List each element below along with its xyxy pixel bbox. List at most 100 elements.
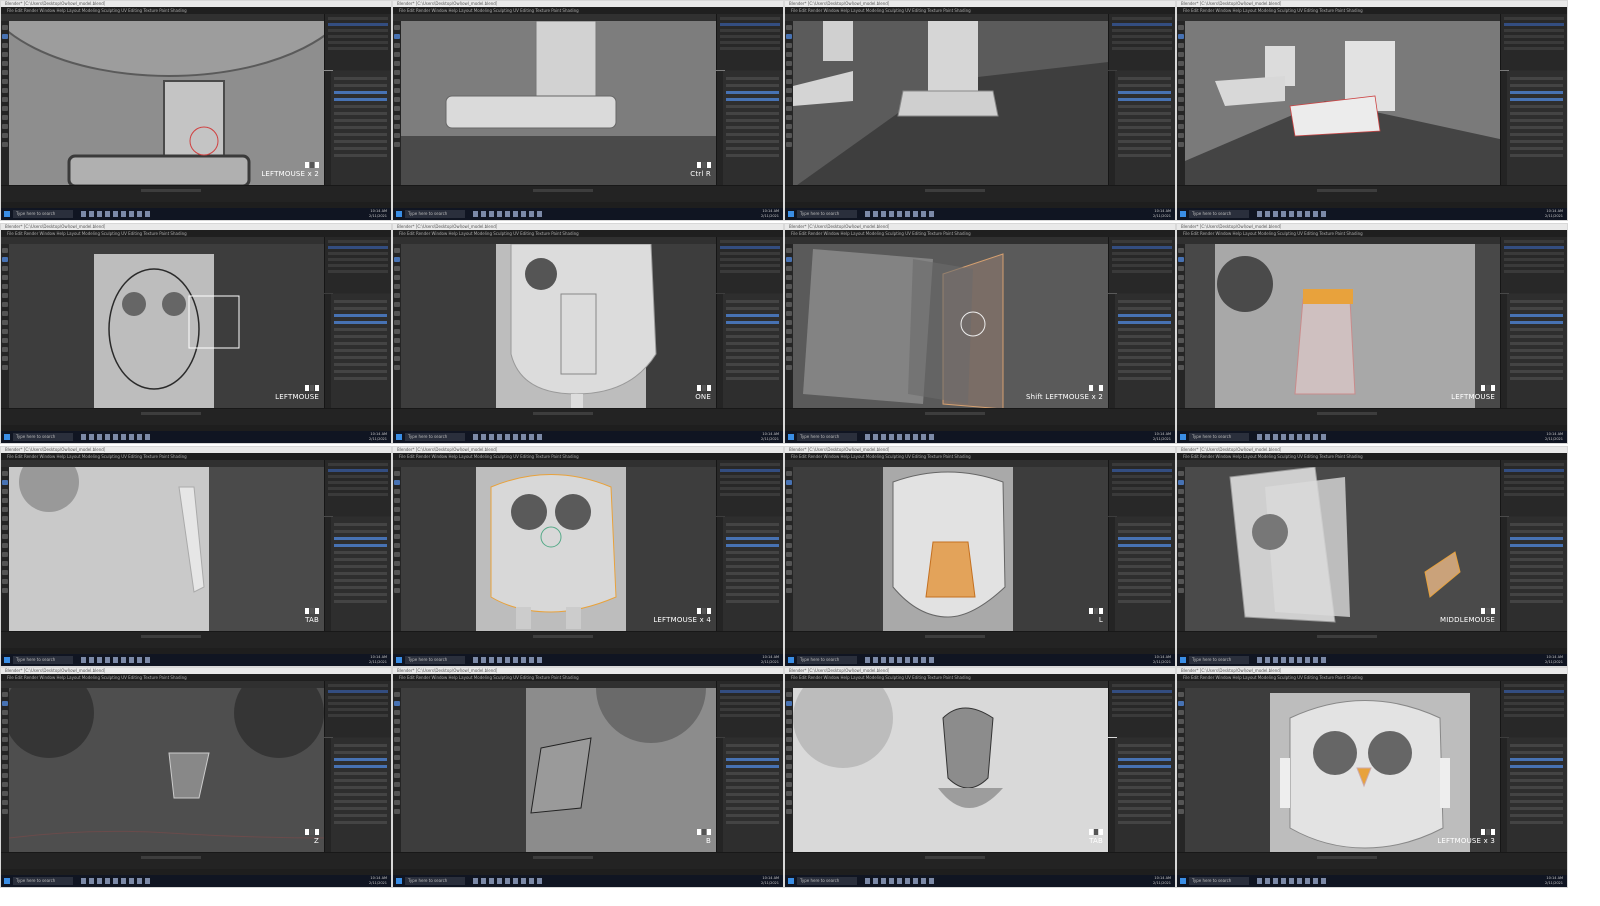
- menu-items[interactable]: File Edit Render Window Help Layout Mode…: [791, 230, 971, 237]
- tool-icon[interactable]: [2, 106, 8, 111]
- property-row[interactable]: [1510, 147, 1563, 150]
- property-row[interactable]: [1510, 91, 1563, 94]
- property-row[interactable]: [334, 800, 387, 803]
- tool-shelf[interactable]: [1177, 21, 1185, 186]
- tool-icon[interactable]: [2, 719, 8, 724]
- outliner-row[interactable]: [1504, 487, 1564, 490]
- taskbar-app-icon[interactable]: [529, 211, 534, 217]
- outliner-row[interactable]: [328, 487, 388, 490]
- taskbar-app-icon[interactable]: [873, 878, 878, 884]
- taskbar-app-icon[interactable]: [1273, 878, 1278, 884]
- tool-icon[interactable]: [786, 70, 792, 75]
- taskbar-app-icon[interactable]: [497, 878, 502, 884]
- property-row[interactable]: [334, 751, 387, 754]
- tool-icon[interactable]: [786, 338, 792, 343]
- tool-icon[interactable]: [2, 755, 8, 760]
- tool-icon[interactable]: [786, 534, 792, 539]
- outliner-row[interactable]: [1112, 487, 1172, 490]
- tool-icon[interactable]: [394, 106, 400, 111]
- property-row[interactable]: [334, 779, 387, 782]
- tool-icon[interactable]: [2, 701, 8, 706]
- tool-icon[interactable]: [786, 701, 792, 706]
- tool-icon[interactable]: [1178, 782, 1184, 787]
- taskbar-app-icon[interactable]: [97, 878, 102, 884]
- properties-panel[interactable]: [716, 294, 783, 409]
- tool-icon[interactable]: [394, 43, 400, 48]
- property-row[interactable]: [334, 349, 387, 352]
- timeline[interactable]: [1, 408, 391, 425]
- taskbar-app-icon[interactable]: [505, 434, 510, 440]
- taskbar-app-icon[interactable]: [97, 434, 102, 440]
- taskbar-app-icon[interactable]: [481, 211, 486, 217]
- properties-tabs[interactable]: [717, 294, 723, 409]
- outliner-row[interactable]: [1504, 264, 1564, 267]
- outliner-row[interactable]: [1112, 240, 1172, 243]
- timeline[interactable]: [1, 631, 391, 648]
- menu-items[interactable]: File Edit Render Window Help Layout Mode…: [7, 674, 187, 681]
- windows-start-icon[interactable]: [396, 878, 402, 884]
- property-row[interactable]: [334, 342, 387, 345]
- property-row[interactable]: [334, 523, 387, 526]
- property-row[interactable]: [334, 147, 387, 150]
- tool-icon[interactable]: [786, 79, 792, 84]
- tool-icon[interactable]: [786, 97, 792, 102]
- tool-shelf[interactable]: [393, 688, 401, 853]
- windows-start-icon[interactable]: [788, 657, 794, 663]
- tool-icon[interactable]: [2, 543, 8, 548]
- property-row[interactable]: [1510, 814, 1563, 817]
- tool-icon[interactable]: [1178, 525, 1184, 530]
- taskbar-app-icon[interactable]: [473, 878, 478, 884]
- taskbar-app-icon[interactable]: [537, 878, 542, 884]
- property-row[interactable]: [726, 551, 779, 554]
- outliner-panel[interactable]: [1108, 681, 1175, 737]
- taskbar-app-icon[interactable]: [1265, 434, 1270, 440]
- tool-shelf[interactable]: [785, 688, 793, 853]
- outliner-row[interactable]: [1504, 684, 1564, 687]
- playback-controls[interactable]: [1317, 412, 1377, 415]
- playback-controls[interactable]: [141, 189, 201, 192]
- taskbar-app-icon[interactable]: [81, 657, 86, 663]
- outliner-row[interactable]: [1112, 47, 1172, 50]
- taskbar-app-icon[interactable]: [921, 434, 926, 440]
- taskbar-app-icon[interactable]: [1313, 878, 1318, 884]
- tool-icon[interactable]: [1178, 764, 1184, 769]
- outliner-row[interactable]: [328, 240, 388, 243]
- property-row[interactable]: [1510, 342, 1563, 345]
- properties-panel[interactable]: [716, 738, 783, 853]
- property-row[interactable]: [334, 133, 387, 136]
- tool-icon[interactable]: [1178, 809, 1184, 814]
- property-row[interactable]: [1510, 300, 1563, 303]
- property-row[interactable]: [1510, 126, 1563, 129]
- menu-bar[interactable]: File Edit Render Window Help Layout Mode…: [785, 7, 1175, 14]
- property-row[interactable]: [334, 98, 387, 101]
- tool-icon[interactable]: [786, 275, 792, 280]
- tool-icon[interactable]: [786, 782, 792, 787]
- taskbar-app-icon[interactable]: [929, 211, 934, 217]
- menu-items[interactable]: File Edit Render Window Help Layout Mode…: [791, 674, 971, 681]
- windows-start-icon[interactable]: [4, 657, 10, 663]
- outliner-panel[interactable]: [716, 460, 783, 516]
- outliner-row[interactable]: [720, 481, 780, 484]
- taskbar-search[interactable]: Type here to search: [1189, 877, 1249, 885]
- taskbar-app-icon[interactable]: [921, 878, 926, 884]
- property-row[interactable]: [334, 807, 387, 810]
- taskbar-app-icon[interactable]: [145, 434, 150, 440]
- outliner-panel[interactable]: [716, 237, 783, 293]
- tool-icon[interactable]: [394, 25, 400, 30]
- menu-bar[interactable]: File Edit Render Window Help Layout Mode…: [393, 674, 783, 681]
- taskbar-search[interactable]: Type here to search: [405, 656, 465, 664]
- tool-icon[interactable]: [1178, 489, 1184, 494]
- tool-icon[interactable]: [786, 248, 792, 253]
- outliner-panel[interactable]: [1108, 460, 1175, 516]
- property-row[interactable]: [726, 105, 779, 108]
- outliner-panel[interactable]: [324, 14, 391, 70]
- tool-shelf[interactable]: [1177, 467, 1185, 632]
- property-row[interactable]: [1118, 119, 1171, 122]
- tool-icon[interactable]: [394, 728, 400, 733]
- taskbar-app-icon[interactable]: [145, 657, 150, 663]
- property-row[interactable]: [334, 105, 387, 108]
- tool-icon[interactable]: [1178, 248, 1184, 253]
- taskbar-app-icon[interactable]: [921, 657, 926, 663]
- properties-tabs[interactable]: [717, 517, 723, 632]
- outliner-row[interactable]: [720, 684, 780, 687]
